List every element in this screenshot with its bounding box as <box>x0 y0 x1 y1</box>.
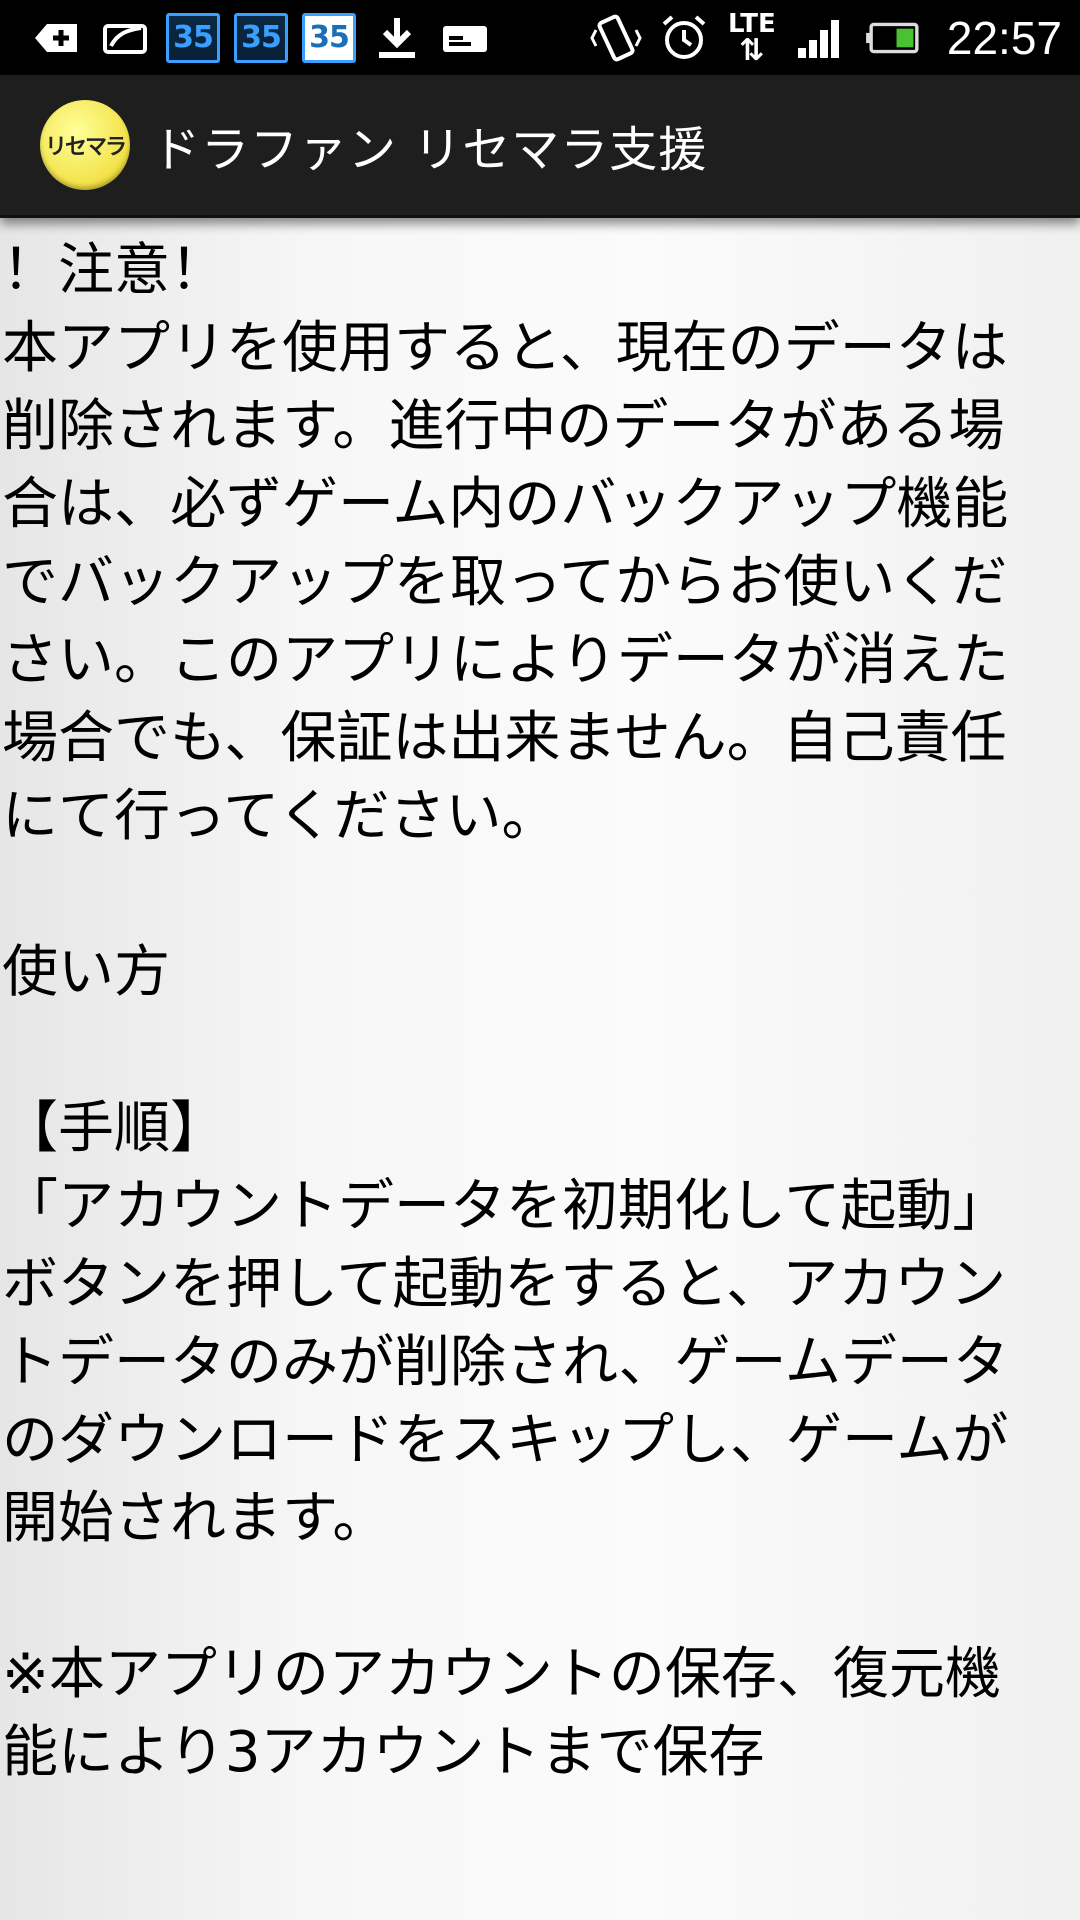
content-scroll-area[interactable]: ！注意！ 本アプリを使用すると、現在のデータは削除されます。進行中のデータがある… <box>0 218 1080 1920</box>
clock: 22:57 <box>946 11 1062 64</box>
instructions-text: ！注意！ 本アプリを使用すると、現在のデータは削除されます。進行中のデータがある… <box>2 238 1009 1785</box>
sd-card-icon <box>438 11 492 65</box>
notification-icons: 35 35 35 <box>30 11 492 65</box>
calendar-icon: 35 <box>234 12 288 63</box>
status-bar: 35 35 35 LTE ⇅ 22:57 <box>0 0 1080 75</box>
app-logo[interactable]: リセマラ <box>40 100 130 190</box>
lte-arrows: ⇅ <box>739 32 765 68</box>
battery-icon <box>861 11 927 65</box>
action-bar: リセマラ ドラファン リセマラ支援 <box>0 75 1080 218</box>
download-icon <box>370 11 424 65</box>
vibrate-icon <box>589 11 643 65</box>
lte-icon: LTE ⇅ <box>725 11 779 68</box>
add-notification-icon <box>30 11 84 65</box>
calendar-icon: 35 <box>302 12 356 63</box>
system-icons: LTE ⇅ 22:57 <box>589 11 1062 65</box>
calendar-icon: 35 <box>166 12 220 63</box>
app-title: ドラファン リセマラ支援 <box>152 122 708 178</box>
signal-icon <box>793 11 847 65</box>
alarm-icon <box>657 11 711 65</box>
card-icon <box>98 11 152 65</box>
